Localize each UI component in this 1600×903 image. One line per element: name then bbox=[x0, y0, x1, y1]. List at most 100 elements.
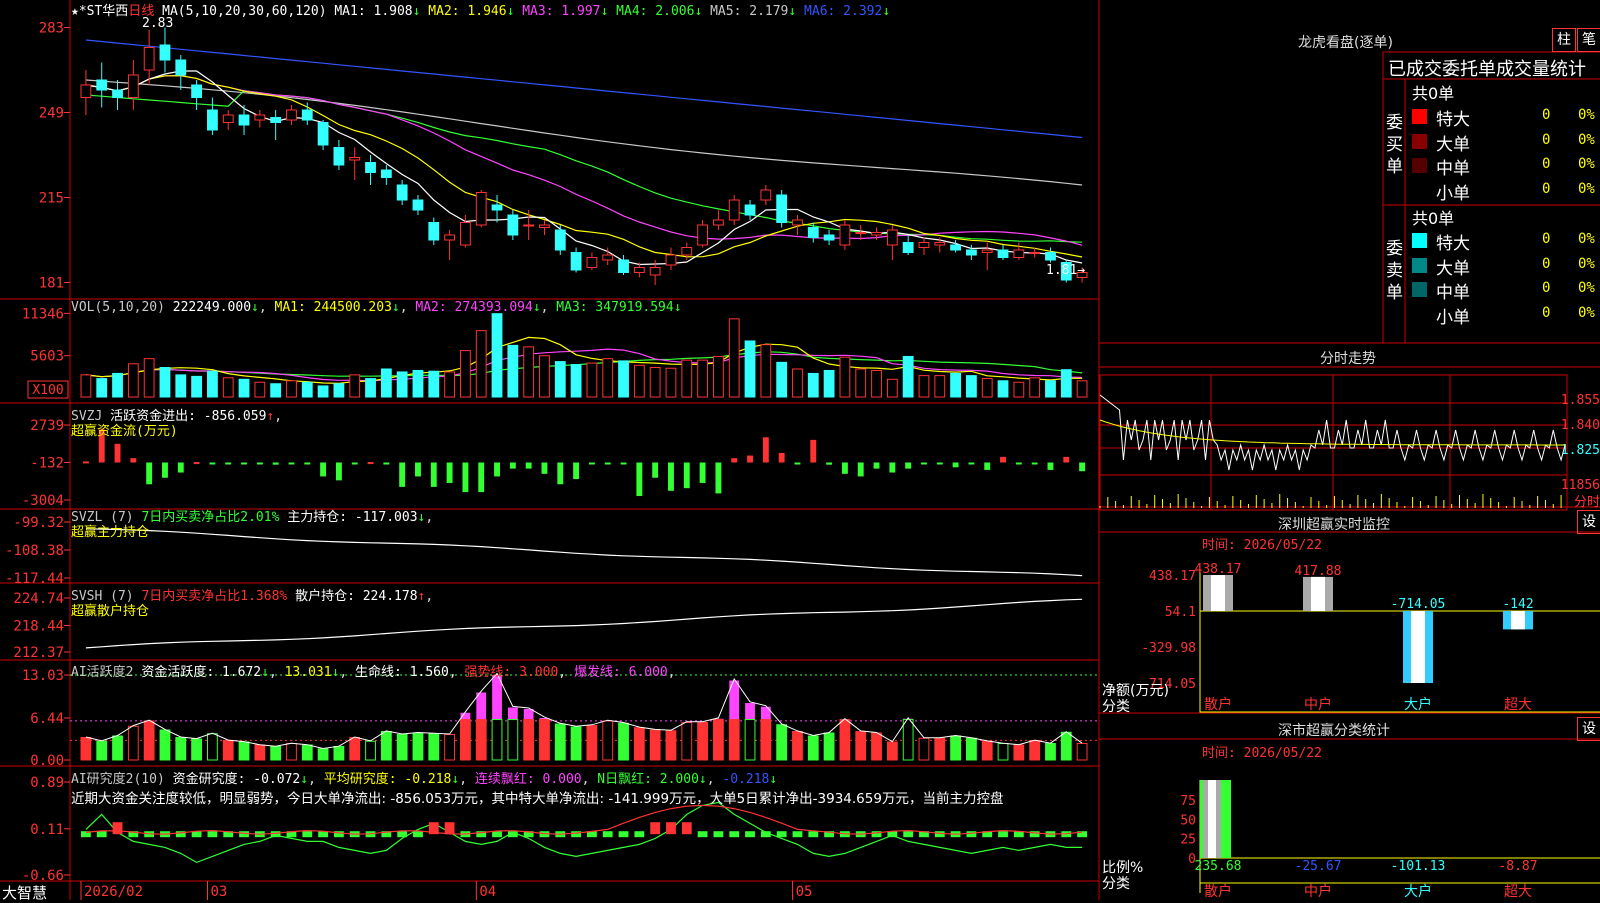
svzl-text1: 7日内买卖净占比2.01% bbox=[141, 510, 279, 525]
sz-bar-label: -142 bbox=[1502, 597, 1533, 612]
ai2-red-line bbox=[86, 805, 1082, 834]
sc-settings-button[interactable]: 设 bbox=[1577, 717, 1600, 741]
vol-bar bbox=[714, 356, 724, 397]
ai1-burst-bar bbox=[745, 703, 755, 720]
sz-tick: -329.98 bbox=[1141, 641, 1196, 656]
ai1-bar bbox=[619, 723, 629, 760]
ai1-bar bbox=[239, 742, 249, 760]
sz-bar-highlight bbox=[1311, 577, 1325, 611]
svzj-bar bbox=[194, 462, 200, 464]
ai1-bar bbox=[935, 738, 945, 760]
vol-bar bbox=[698, 360, 708, 397]
svzj-sub: 超赢资金流(万元) bbox=[71, 420, 178, 439]
column-view-button[interactable]: 柱 bbox=[1552, 28, 1576, 52]
ma-value-5: MA5: 2.179 bbox=[710, 4, 788, 19]
ai1-bar bbox=[1061, 732, 1071, 760]
svzj-bar bbox=[905, 462, 911, 468]
svzl-line bbox=[86, 529, 1082, 576]
vol-bar bbox=[919, 376, 929, 397]
main-chart-canvas[interactable]: 2832492151812.831.81→113465603X1002739-1… bbox=[0, 0, 1600, 900]
svzl-tick: -117.44 bbox=[5, 571, 64, 587]
ai2-title: AI研究度2(10) bbox=[71, 772, 165, 787]
sz-settings-button[interactable]: 设 bbox=[1577, 510, 1600, 534]
ai1-bar bbox=[603, 721, 613, 760]
ai2-last: -0.218 bbox=[722, 772, 769, 787]
svzj-bar bbox=[415, 462, 421, 476]
x-axis-label: 2026/02 bbox=[84, 884, 143, 900]
ai1-bar bbox=[698, 722, 708, 760]
sz-tick: 54.1 bbox=[1165, 605, 1196, 620]
candle-body bbox=[302, 110, 312, 120]
row-name: 中单 bbox=[1436, 154, 1470, 179]
ai1-bar bbox=[461, 720, 471, 760]
svzj-bar bbox=[715, 462, 721, 493]
ai2-green-bar bbox=[208, 831, 218, 837]
vol-bar bbox=[808, 373, 818, 397]
ai1-bar bbox=[429, 734, 439, 760]
vol-bar bbox=[350, 375, 360, 397]
vol-ma1 bbox=[86, 337, 1082, 383]
candle-body bbox=[176, 60, 186, 75]
vol-bar bbox=[128, 364, 138, 397]
svzl-tick: -108.38 bbox=[5, 543, 64, 559]
tick-view-button[interactable]: 笔 bbox=[1577, 28, 1600, 52]
svsh-line bbox=[86, 599, 1082, 648]
ai2-green-bar bbox=[714, 831, 724, 837]
ai2-green-bar bbox=[745, 831, 755, 837]
row-pct: 0% bbox=[1578, 305, 1595, 321]
candle-body bbox=[128, 75, 138, 98]
vol-bar bbox=[524, 347, 534, 397]
vol-bar bbox=[429, 371, 439, 397]
ai2-green-bar bbox=[634, 831, 644, 837]
row-pct: 0% bbox=[1578, 280, 1595, 296]
vol-bar bbox=[587, 363, 597, 397]
ai2-comment: 近期大资金关注度较低，明显弱势，今日大单净流出: -856.053万元，其中特大… bbox=[71, 787, 1099, 807]
ai1-bar bbox=[287, 743, 297, 760]
row-pct: 0% bbox=[1578, 231, 1595, 247]
candle-body bbox=[476, 193, 486, 226]
period-label[interactable]: 日线 bbox=[128, 4, 154, 19]
vol-bar bbox=[793, 369, 803, 397]
vol-header: VOL(5,10,20) 222249.000↓, MA1: 244500.20… bbox=[71, 300, 682, 315]
vol-bar bbox=[729, 319, 739, 397]
ai1-bar bbox=[650, 730, 660, 760]
candle-body bbox=[729, 200, 739, 220]
candle-body bbox=[856, 233, 866, 234]
ai1-bar bbox=[967, 738, 977, 760]
buy-side-label: 委买单 bbox=[1386, 112, 1406, 178]
sz-tick: 438.17 bbox=[1149, 569, 1196, 584]
svzj-bar bbox=[431, 462, 437, 486]
vol-bar bbox=[176, 375, 186, 397]
vol-bar bbox=[492, 314, 502, 397]
vol-bar bbox=[745, 341, 755, 397]
vol-bar bbox=[935, 376, 945, 397]
sc-bar-label: -101.13 bbox=[1391, 859, 1446, 874]
ai1-bar bbox=[1014, 745, 1024, 760]
candle-body bbox=[571, 253, 581, 271]
candle-body bbox=[951, 245, 961, 250]
row-value: 0 bbox=[1542, 132, 1550, 148]
svzj-bar bbox=[178, 462, 184, 472]
candle-body bbox=[208, 110, 218, 130]
sz-cat-label: 大户 bbox=[1404, 696, 1432, 713]
svzj-bar bbox=[209, 462, 215, 464]
candle-body bbox=[998, 250, 1008, 258]
ai1-bar bbox=[160, 730, 170, 760]
candle-body bbox=[255, 115, 265, 120]
svzj-bar bbox=[889, 462, 895, 472]
svzj-bar bbox=[652, 462, 658, 477]
svzj-tick: -3004 bbox=[22, 493, 64, 509]
x-axis-label: 04 bbox=[479, 884, 496, 900]
ai1-burst-bar bbox=[524, 709, 534, 720]
vol-bar bbox=[998, 381, 1008, 397]
candle-body bbox=[334, 148, 344, 166]
ai1-bar bbox=[824, 733, 834, 760]
vol-ma1: MA1: 244500.203 bbox=[275, 300, 392, 315]
ai1-bar bbox=[887, 742, 897, 760]
vol-bar bbox=[366, 379, 376, 397]
ai2-avg: 平均研究度: -0.218 bbox=[324, 772, 452, 787]
row-value: 0 bbox=[1542, 256, 1550, 272]
candle-body bbox=[397, 185, 407, 200]
svzj-bar bbox=[763, 437, 769, 462]
svzl-tick: -99.32 bbox=[13, 515, 64, 531]
